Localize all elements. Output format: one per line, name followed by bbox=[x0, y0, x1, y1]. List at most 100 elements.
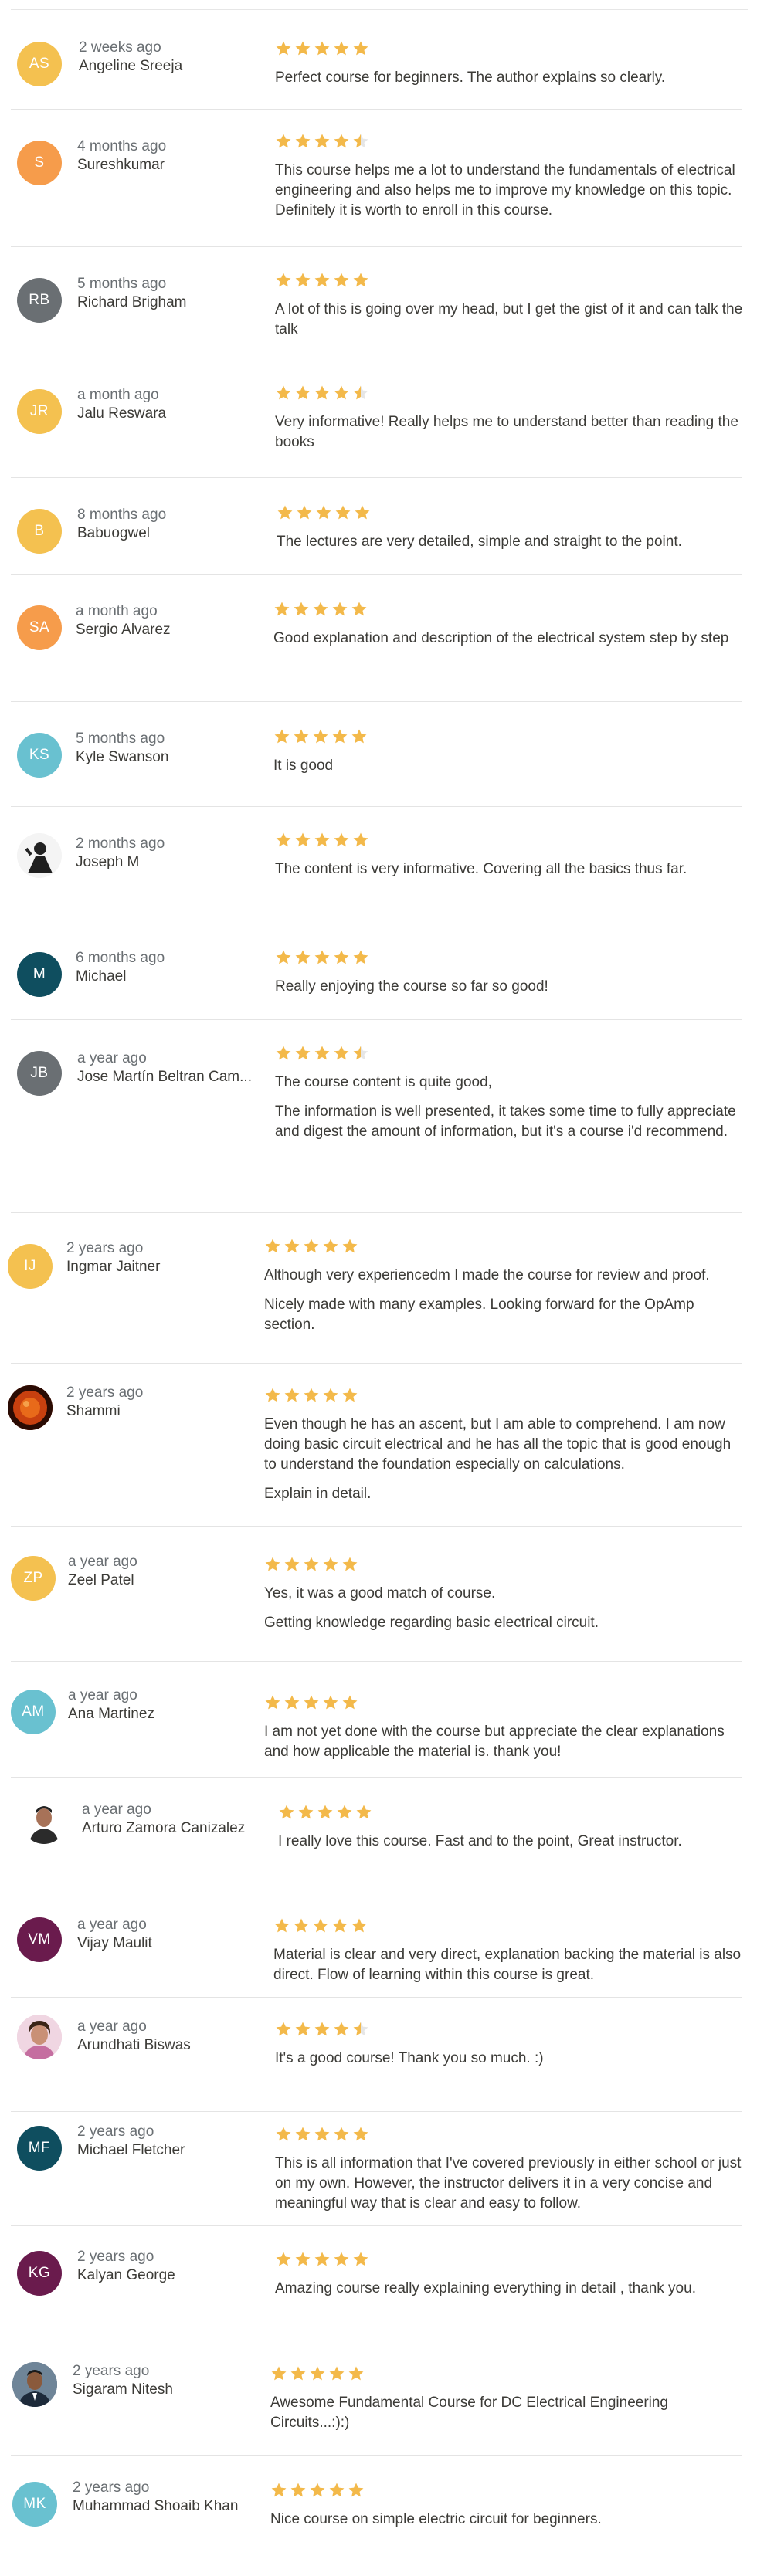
reviewer-name: Sureshkumar bbox=[77, 157, 165, 173]
review-date: a year ago bbox=[82, 1802, 151, 1818]
reviewer-name: Richard Brigham bbox=[77, 294, 187, 310]
star-icon bbox=[295, 2022, 311, 2036]
review-text: Getting knowledge regarding basic electr… bbox=[264, 1615, 599, 1631]
avatar-initials: MK bbox=[23, 2496, 46, 2512]
star-icon bbox=[274, 602, 290, 616]
star-icon bbox=[265, 1239, 280, 1253]
star-icon bbox=[276, 273, 291, 287]
star-icon bbox=[290, 2366, 306, 2381]
star-icon bbox=[334, 1046, 349, 1060]
star-icon bbox=[355, 505, 370, 520]
reviewer-name: Angeline Sreeja bbox=[79, 58, 183, 74]
star-icon bbox=[279, 1805, 294, 1819]
review-item: KS 5 months ago Kyle Swanson It is good bbox=[0, 702, 757, 807]
review-text: Very informative! Really helps me to und… bbox=[275, 414, 738, 450]
reviewer-name: Kalyan George bbox=[77, 2267, 175, 2283]
star-icon bbox=[314, 832, 330, 847]
star-icon bbox=[332, 729, 348, 744]
reviewer-name: Shammi bbox=[66, 1403, 121, 1419]
review-text: The information is well presented, it ta… bbox=[275, 1103, 736, 1140]
star-icon bbox=[314, 950, 330, 964]
star-rating bbox=[264, 1238, 735, 1256]
review-date: 2 years ago bbox=[77, 2124, 154, 2140]
avatar-initials: RB bbox=[29, 292, 50, 308]
star-icon bbox=[353, 2252, 368, 2266]
star-icon bbox=[295, 1046, 311, 1060]
star-icon bbox=[334, 2127, 349, 2141]
review-text: It is good bbox=[273, 758, 334, 774]
star-icon bbox=[276, 950, 291, 964]
review-date: 6 months ago bbox=[76, 950, 165, 966]
avatar-initials: IJ bbox=[24, 1258, 36, 1274]
star-icon bbox=[295, 832, 311, 847]
review-item: RB 5 months ago Richard Brigham A lot of th… bbox=[0, 247, 757, 358]
avatar: S bbox=[17, 141, 62, 185]
avatar: ZP bbox=[11, 1556, 56, 1601]
review-text: Perfect course for beginners. The author… bbox=[275, 69, 666, 86]
review-text: Amazing course really explaining everyth… bbox=[275, 2280, 696, 2296]
reviewer-name: Kyle Swanson bbox=[76, 749, 169, 765]
review-date: 2 years ago bbox=[66, 1385, 144, 1401]
star-icon bbox=[274, 729, 290, 744]
half-star-icon bbox=[353, 385, 368, 400]
review-text: Material is clear and very direct, expla… bbox=[273, 1947, 742, 1983]
review-text: Although very experiencedm I made the co… bbox=[264, 1267, 710, 1283]
star-icon bbox=[314, 2022, 330, 2036]
star-rating bbox=[273, 728, 745, 747]
review-item: MF 2 years ago Michael Fletcher This is all… bbox=[0, 2112, 757, 2226]
star-icon bbox=[271, 2483, 287, 2497]
star-icon bbox=[290, 2483, 306, 2497]
star-icon bbox=[314, 385, 330, 400]
star-icon bbox=[276, 134, 291, 148]
star-rating bbox=[264, 1556, 735, 1574]
review-text: It's a good course! Thank you so much. :… bbox=[275, 2050, 544, 2066]
star-icon bbox=[348, 2366, 364, 2381]
star-icon bbox=[337, 1805, 352, 1819]
man-suit-photo-icon bbox=[12, 2362, 57, 2407]
star-icon bbox=[310, 2483, 325, 2497]
star-icon bbox=[342, 1695, 358, 1710]
star-rating bbox=[275, 2251, 746, 2269]
avatar-initials: SA bbox=[29, 619, 50, 636]
star-icon bbox=[353, 273, 368, 287]
star-rating bbox=[278, 1804, 749, 1822]
reviewer-name: Joseph M bbox=[76, 854, 140, 870]
avatar-initials: VM bbox=[28, 1931, 51, 1947]
star-icon bbox=[314, 1046, 330, 1060]
star-icon bbox=[334, 134, 349, 148]
reviewer-name: Ana Martinez bbox=[68, 1706, 154, 1722]
star-icon bbox=[265, 1695, 280, 1710]
star-icon bbox=[353, 832, 368, 847]
star-icon bbox=[304, 1695, 319, 1710]
reviewer-name: Michael bbox=[76, 968, 127, 985]
review-date: a year ago bbox=[68, 1687, 137, 1703]
review-text: Yes, it was a good match of course. bbox=[264, 1585, 496, 1602]
star-icon bbox=[295, 2127, 311, 2141]
review-date: 2 years ago bbox=[73, 2363, 150, 2379]
review-date: 5 months ago bbox=[77, 276, 167, 292]
review-date: 2 years ago bbox=[77, 2249, 154, 2265]
reviewer-name: Babuogwel bbox=[77, 525, 151, 541]
review-date: 2 weeks ago bbox=[79, 39, 161, 56]
woman-photo-icon bbox=[17, 2015, 62, 2059]
star-icon bbox=[295, 2252, 311, 2266]
star-icon bbox=[334, 2022, 349, 2036]
review-date: a year ago bbox=[77, 1917, 147, 1933]
review-date: a month ago bbox=[77, 387, 159, 403]
star-icon bbox=[265, 1388, 280, 1402]
reviewer-name: Arturo Zamora Canizalez bbox=[82, 1820, 246, 1836]
star-icon bbox=[276, 1046, 291, 1060]
star-rating bbox=[264, 1387, 735, 1405]
star-icon bbox=[334, 385, 349, 400]
star-icon bbox=[276, 2022, 291, 2036]
avatar: KG bbox=[17, 2251, 62, 2296]
star-icon bbox=[313, 602, 328, 616]
star-icon bbox=[304, 1239, 319, 1253]
avatar-initials: JB bbox=[30, 1065, 49, 1081]
avatar: RB bbox=[17, 278, 62, 323]
star-icon bbox=[323, 1388, 338, 1402]
avatar: B bbox=[17, 509, 62, 554]
review-list: AS 2 weeks ago Angeline Sreeja Perfect cour… bbox=[0, 0, 757, 2576]
star-icon bbox=[294, 602, 309, 616]
review-date: 2 months ago bbox=[76, 836, 165, 852]
